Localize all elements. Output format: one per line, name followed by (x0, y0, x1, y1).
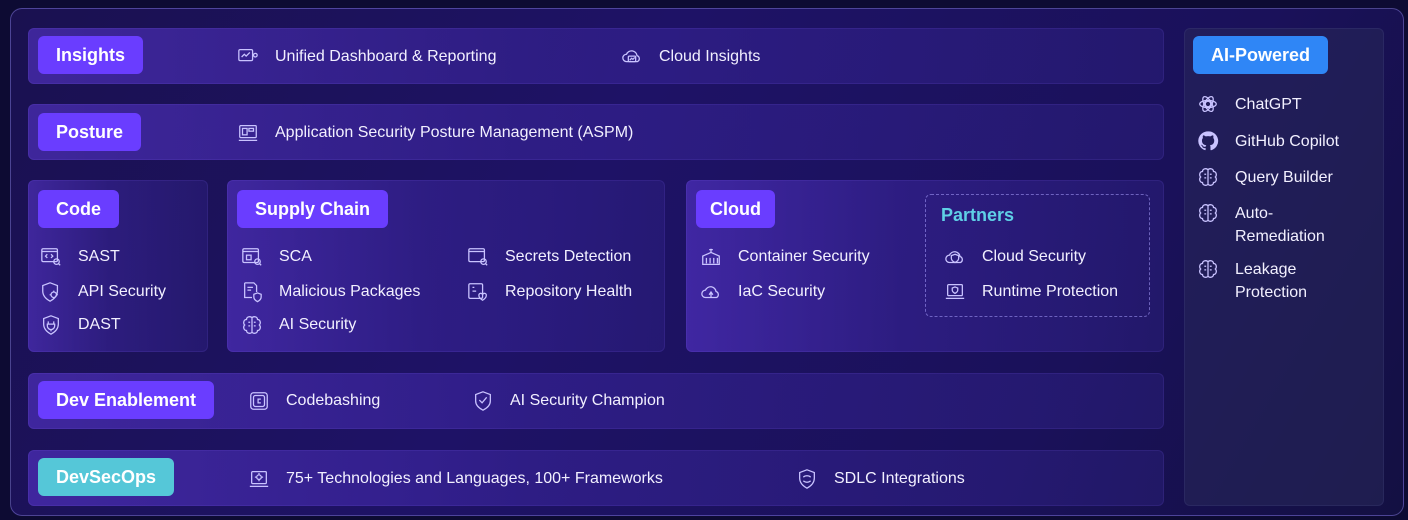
cloud-security-label: Cloud Security (982, 248, 1087, 265)
technologies-item: 75+ Technologies and Languages, 100+ Fra… (248, 467, 663, 491)
cloud-pill: Cloud (696, 190, 775, 228)
secrets-detection-item: Secrets Detection (467, 245, 631, 269)
brain-icon (1197, 166, 1219, 188)
badge-icon (472, 390, 494, 412)
malicious-packages-label: Malicious Packages (279, 283, 421, 300)
codebashing-label: Codebashing (286, 392, 381, 409)
unified-dashboard-label: Unified Dashboard & Reporting (275, 48, 497, 65)
sca-label: SCA (279, 248, 312, 265)
insights-band (28, 28, 1164, 84)
package-window-icon (241, 246, 263, 268)
dast-label: DAST (78, 316, 121, 333)
github-copilot-label: GitHub Copilot (1235, 133, 1340, 150)
code-pill: Code (38, 190, 119, 228)
leakage-protection-item: Leakage Protection (1197, 258, 1330, 304)
repo-heart-icon (467, 281, 489, 303)
posture-pill: Posture (38, 113, 142, 151)
api-security-label: API Security (78, 283, 167, 300)
api-security-item: API Security (40, 280, 166, 304)
aspm-item: Application Security Posture Management … (237, 121, 633, 145)
chatgpt-item: ChatGPT (1197, 93, 1365, 116)
password-window-icon (467, 246, 489, 268)
sast-label: SAST (78, 248, 120, 265)
container-icon (700, 246, 722, 268)
dast-item: DAST (40, 313, 121, 337)
sdlc-integrations-item: SDLC Integrations (796, 467, 965, 491)
insights-pill: Insights (38, 36, 144, 74)
ai-security-champion-label: AI Security Champion (510, 392, 665, 409)
runtime-protection-label: Runtime Protection (982, 283, 1119, 300)
chatgpt-label: ChatGPT (1235, 96, 1302, 113)
secrets-detection-label: Secrets Detection (505, 248, 632, 265)
malicious-packages-item: Malicious Packages (241, 280, 420, 304)
tech-gear-icon (248, 468, 270, 490)
github-icon (1197, 130, 1219, 152)
document-shield-icon (241, 281, 263, 303)
dev-enablement-pill: Dev Enablement (38, 381, 215, 419)
ai-powered-pill: AI-Powered (1193, 36, 1329, 74)
ai-security-item: AI Security (241, 313, 356, 337)
cloud-shield-icon (944, 246, 966, 268)
supply-chain-pill: Supply Chain (237, 190, 389, 228)
github-copilot-item: GitHub Copilot (1197, 130, 1365, 153)
dashboard-icon (237, 46, 259, 68)
repository-health-item: Repository Health (467, 280, 632, 304)
container-security-label: Container Security (738, 248, 870, 265)
aspm-label: Application Security Posture Management … (275, 124, 634, 141)
iac-security-label: IaC Security (738, 283, 826, 300)
container-security-item: Container Security (700, 245, 870, 269)
brain-icon (1197, 258, 1219, 280)
cloud-security-item: Cloud Security (944, 245, 1086, 269)
auto-remediation-item: Auto-Remediation (1197, 202, 1330, 248)
query-builder-label: Query Builder (1235, 169, 1333, 186)
unified-dashboard-item: Unified Dashboard & Reporting (237, 45, 496, 69)
cloud-code-icon (700, 281, 722, 303)
leakage-protection-label: Leakage Protection (1235, 261, 1308, 301)
cloud-insights-icon (621, 46, 643, 68)
brain-icon (1197, 202, 1219, 224)
cloud-insights-item: Cloud Insights (621, 45, 760, 69)
partners-title: Partners (941, 205, 1015, 225)
shield-gear-icon (40, 281, 62, 303)
sast-item: SAST (40, 245, 120, 269)
runtime-protection-item: Runtime Protection (944, 280, 1118, 304)
chatgpt-icon (1197, 93, 1219, 115)
technologies-label: 75+ Technologies and Languages, 100+ Fra… (286, 470, 663, 487)
codebashing-icon (248, 390, 270, 412)
sdlc-shield-icon (796, 468, 818, 490)
ai-security-label: AI Security (279, 316, 357, 333)
codebashing-item: Codebashing (248, 389, 380, 413)
laptop-shield-icon (944, 281, 966, 303)
brain-icon (241, 314, 263, 336)
auto-remediation-label: Auto-Remediation (1235, 205, 1325, 245)
code-window-icon (40, 246, 62, 268)
cloud-insights-label: Cloud Insights (659, 48, 761, 65)
devsecops-pill: DevSecOps (38, 458, 175, 496)
ai-security-champion-item: AI Security Champion (472, 389, 665, 413)
sdlc-integrations-label: SDLC Integrations (834, 470, 965, 487)
iac-security-item: IaC Security (700, 280, 825, 304)
repository-health-label: Repository Health (505, 283, 633, 300)
sca-item: SCA (241, 245, 312, 269)
query-builder-item: Query Builder (1197, 166, 1365, 189)
shield-plug-icon (40, 314, 62, 336)
monitor-icon (237, 122, 259, 144)
